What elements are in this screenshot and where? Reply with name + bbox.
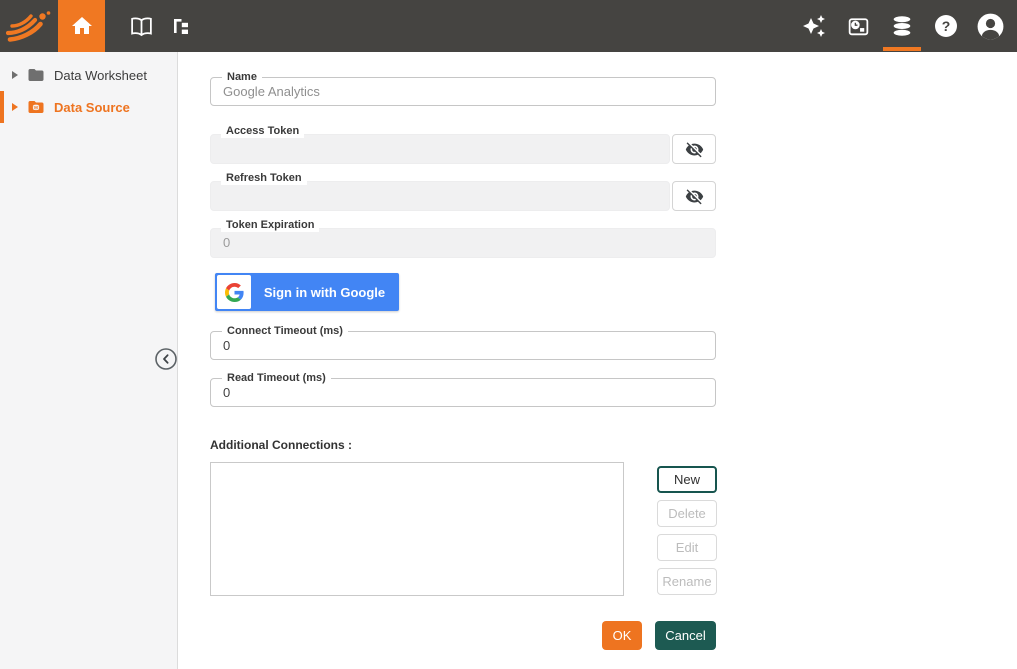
folder-icon: [27, 66, 45, 84]
sidebar-item-label: Data Worksheet: [54, 68, 147, 83]
data-source-icon: [890, 14, 914, 38]
data-source-form: Name Google Analytics Access Token Refre…: [179, 52, 1017, 669]
delete-button[interactable]: Delete: [657, 500, 717, 527]
sign-in-with-google-button[interactable]: Sign in with Google: [215, 273, 399, 311]
expander-caret-icon[interactable]: [12, 103, 18, 111]
logi-logo-icon: [6, 7, 52, 45]
account-button[interactable]: [969, 0, 1011, 52]
name-field-value[interactable]: Google Analytics: [211, 78, 715, 105]
chevron-left-circle-icon: [154, 347, 178, 371]
connect-timeout-field[interactable]: Connect Timeout (ms) 0: [210, 331, 716, 360]
sidebar-item-data-worksheet[interactable]: Data Worksheet: [0, 59, 177, 91]
ai-sparkle-icon: [802, 14, 826, 38]
refresh-token-group: Refresh Token: [210, 168, 716, 211]
refresh-token-field: [210, 181, 670, 211]
refresh-token-visibility-button[interactable]: [672, 181, 716, 211]
active-item-bar: [0, 91, 4, 123]
access-token-group: Access Token: [210, 121, 716, 164]
expander-caret-icon[interactable]: [12, 71, 18, 79]
visibility-off-icon: [685, 187, 704, 206]
ai-assistant-button[interactable]: [793, 0, 835, 52]
google-signin-label: Sign in with Google: [251, 285, 398, 300]
token-expiration-field: 0: [210, 228, 716, 258]
cancel-button[interactable]: Cancel: [655, 621, 716, 650]
read-timeout-label: Read Timeout (ms): [222, 371, 331, 385]
svg-text:?: ?: [942, 18, 951, 34]
schedule-icon: [846, 14, 871, 39]
sidebar-collapse-button[interactable]: [153, 347, 179, 373]
worksheet-tree-button[interactable]: [161, 0, 201, 52]
account-icon: [977, 13, 1004, 40]
help-button[interactable]: ?: [925, 0, 967, 52]
access-token-label: Access Token: [221, 125, 304, 138]
additional-connections-label: Additional Connections :: [210, 438, 352, 452]
name-field[interactable]: Name Google Analytics: [210, 77, 716, 106]
access-token-visibility-button[interactable]: [672, 134, 716, 164]
schedule-button[interactable]: [837, 0, 879, 52]
access-token-field: [210, 134, 670, 164]
sidebar-item-label: Data Source: [54, 100, 130, 115]
resource-sidebar: Data Worksheet Data Source: [0, 52, 178, 669]
connect-timeout-label: Connect Timeout (ms): [222, 324, 348, 338]
read-timeout-field[interactable]: Read Timeout (ms) 0: [210, 378, 716, 407]
google-logo-box: [217, 275, 251, 309]
sidebar-item-data-source[interactable]: Data Source: [0, 91, 177, 123]
additional-connections-listbox[interactable]: [210, 462, 624, 596]
topbar-right-actions: ?: [793, 0, 1017, 52]
edit-button[interactable]: Edit: [657, 534, 717, 561]
rename-button[interactable]: Rename: [657, 568, 717, 595]
name-field-label: Name: [222, 70, 262, 84]
data-source-nav-button[interactable]: [881, 0, 923, 52]
new-button[interactable]: New: [657, 466, 717, 493]
home-icon: [70, 14, 94, 38]
google-g-icon: [225, 283, 244, 302]
worksheet-tree-icon: [171, 16, 191, 36]
app-logo[interactable]: [0, 7, 58, 45]
catalog-button[interactable]: [121, 0, 161, 52]
help-icon: ?: [934, 14, 958, 38]
top-navigation-bar: ?: [0, 0, 1017, 52]
token-expiration-group: Token Expiration 0: [210, 215, 716, 258]
refresh-token-label: Refresh Token: [221, 172, 307, 185]
ok-button[interactable]: OK: [602, 621, 642, 650]
token-expiration-label: Token Expiration: [221, 219, 319, 232]
folder-database-icon: [27, 98, 45, 116]
connection-list-buttons: New Delete Edit Rename: [657, 466, 717, 595]
visibility-off-icon: [685, 140, 704, 159]
home-button[interactable]: [58, 0, 105, 52]
active-tab-underline: [883, 47, 921, 51]
catalog-book-icon: [129, 14, 154, 39]
